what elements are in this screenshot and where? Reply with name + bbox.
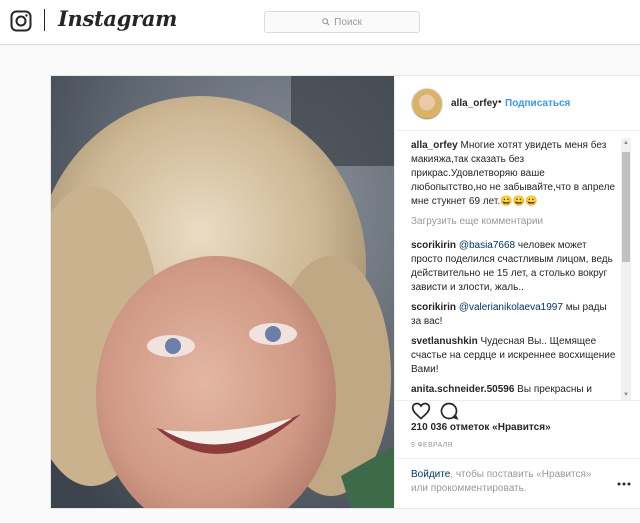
likes-count[interactable]: 210 036 отметок «Нравится» [411, 422, 551, 433]
comment-username[interactable]: svetlanushkin [411, 336, 478, 347]
caption: alla_orfey Многие хотят увидеть меня без… [411, 139, 619, 209]
comment-username[interactable]: scorikirin [411, 302, 456, 313]
comment-username[interactable]: scorikirin [411, 240, 456, 251]
search-placeholder: Поиск [334, 16, 362, 28]
load-more-comments-button[interactable]: Загрузить еще комментарии [411, 215, 619, 229]
post-sidebar: alla_orfey • Подписаться alla_orfey Мног… [394, 76, 640, 508]
search-input[interactable]: Поиск [264, 11, 420, 33]
post-date: 9 ФЕВРАЛЯ [411, 442, 453, 449]
comments-list: alla_orfey Многие хотят увидеть меня без… [411, 139, 619, 394]
comment-mention[interactable]: @basia7668 [459, 240, 515, 251]
scroll-up-arrow-icon[interactable]: ▲ [621, 138, 631, 148]
comment-mention[interactable]: @valerianikolaeva1997 [459, 302, 563, 313]
login-prompt: Войдите, чтобы поставить «Нравится» или … [411, 468, 611, 496]
instagram-camera-icon[interactable] [10, 10, 32, 37]
top-nav: Instagram Поиск [0, 0, 640, 45]
more-options-icon[interactable] [617, 473, 631, 491]
follow-button[interactable]: Подписаться [505, 98, 570, 109]
list-item: anita.schneider.50596 Вы прекрасны и ест… [411, 383, 619, 394]
comment-username[interactable]: anita.schneider.50596 [411, 384, 514, 394]
comments-scrollbar[interactable]: ▲ ▼ [621, 138, 631, 400]
list-item: svetlanushkin Чудесная Вы.. Щемящее счас… [411, 335, 619, 377]
caption-username[interactable]: alla_orfey [411, 140, 458, 151]
search-icon [322, 18, 330, 26]
post-header: alla_orfey • Подписаться [395, 76, 640, 131]
login-link[interactable]: Войдите [411, 469, 450, 480]
scrollbar-thumb[interactable] [622, 152, 630, 262]
nav-divider [44, 9, 45, 31]
list-item: scorikirin @valerianikolaeva1997 мы рады… [411, 301, 619, 329]
instagram-wordmark[interactable]: Instagram [58, 6, 177, 31]
post-card: alla_orfey • Подписаться alla_orfey Мног… [50, 75, 640, 509]
list-item: scorikirin @basia7668 человек может прос… [411, 239, 619, 295]
header-separator: • [498, 97, 502, 108]
scroll-down-arrow-icon[interactable]: ▼ [621, 390, 631, 400]
header-username[interactable]: alla_orfey [451, 98, 498, 109]
post-photo[interactable] [51, 76, 394, 508]
avatar[interactable] [411, 88, 443, 120]
